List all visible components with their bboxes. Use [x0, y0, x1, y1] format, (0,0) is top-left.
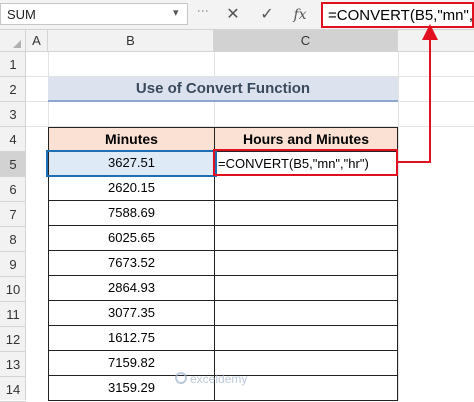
row-header[interactable]: 7: [0, 202, 26, 227]
row-header[interactable]: 8: [0, 227, 26, 252]
hours-cell[interactable]: [214, 276, 398, 301]
watermark-logo-icon: [175, 372, 187, 384]
column-header-a[interactable]: A: [26, 30, 48, 52]
column-header-b[interactable]: B: [48, 30, 214, 52]
row-header-bar: 1 2 3 4 5 6 7 8 9 10 11 12 13 14: [0, 52, 26, 402]
minutes-cell[interactable]: 3077.35: [48, 301, 215, 326]
row-header[interactable]: 6: [0, 177, 26, 202]
row-header[interactable]: 3: [0, 102, 26, 127]
row-header[interactable]: 14: [0, 377, 26, 402]
row-header[interactable]: 1: [0, 52, 26, 77]
minutes-header[interactable]: Minutes: [48, 127, 215, 152]
row-header[interactable]: 10: [0, 277, 26, 302]
minutes-cell[interactable]: 7673.52: [48, 251, 215, 276]
formula-bar-grip[interactable]: ⋮: [196, 5, 210, 16]
name-box[interactable]: SUM ▾: [0, 3, 188, 25]
annotation-box-cell: [213, 149, 398, 176]
cell-selection-outline: [46, 150, 217, 177]
row-header[interactable]: 4: [0, 127, 26, 152]
hours-cell[interactable]: [214, 226, 398, 251]
minutes-cell[interactable]: 7588.69: [48, 201, 215, 226]
row-header[interactable]: 2: [0, 77, 26, 102]
sheet-title[interactable]: Use of Convert Function: [48, 77, 398, 102]
annotation-arrow: [398, 24, 438, 163]
row-header[interactable]: 12: [0, 327, 26, 352]
hours-cell[interactable]: [214, 251, 398, 276]
enter-icon[interactable]: ✓: [254, 4, 280, 26]
column-header-c[interactable]: C: [214, 30, 398, 52]
row-header[interactable]: 13: [0, 352, 26, 377]
hours-cell[interactable]: [214, 301, 398, 326]
select-all-button[interactable]: [0, 30, 26, 52]
row-header[interactable]: 5: [0, 152, 26, 177]
minutes-cell[interactable]: 6025.65: [48, 226, 215, 251]
name-box-value: SUM: [7, 7, 36, 22]
row-header[interactable]: 9: [0, 252, 26, 277]
watermark: exceldemy: [190, 372, 248, 386]
hours-cell[interactable]: [214, 201, 398, 226]
cancel-icon[interactable]: ✕: [220, 4, 246, 26]
function-icon[interactable]: fx: [287, 4, 313, 26]
minutes-cell[interactable]: 1612.75: [48, 326, 215, 351]
hours-cell[interactable]: [214, 176, 398, 201]
dropdown-arrow-icon[interactable]: ▾: [173, 6, 179, 19]
hours-cell[interactable]: [214, 326, 398, 351]
minutes-cell[interactable]: 2620.15: [48, 176, 215, 201]
minutes-cell[interactable]: 2864.93: [48, 276, 215, 301]
row-header[interactable]: 11: [0, 302, 26, 327]
select-all-triangle-icon: [13, 40, 21, 48]
